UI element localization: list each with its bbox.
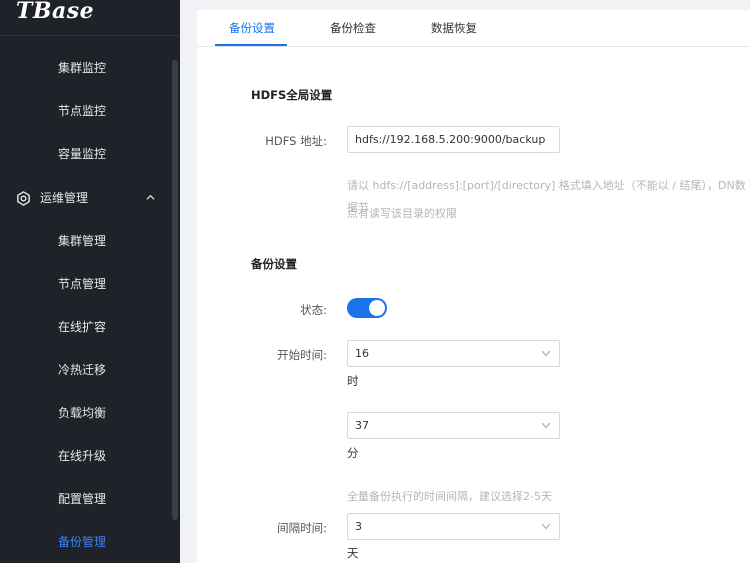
minute-select-value: 37 bbox=[355, 419, 369, 432]
interval-unit: 天 bbox=[347, 546, 359, 560]
minute-select[interactable]: 37 bbox=[347, 412, 560, 439]
tab-data-restore[interactable]: 数据恢复 bbox=[431, 10, 477, 47]
hdfs-address-label: HDFS 地址: bbox=[265, 134, 327, 148]
sidebar-item-cluster-monitor[interactable]: 集群监控 bbox=[0, 47, 172, 90]
sidebar: TBase 集群监控 节点监控 容量监控 运维管理 集群管理 节点管理 在线扩容… bbox=[0, 0, 180, 563]
tab-backup-check[interactable]: 备份检查 bbox=[330, 10, 376, 47]
logo-bar: TBase bbox=[0, 0, 180, 36]
main-panel: 备份设置 备份检查 数据恢复 HDFS全局设置 HDFS 地址: hdfs://… bbox=[197, 10, 750, 563]
start-time-label: 开始时间: bbox=[277, 348, 327, 362]
sidebar-item-online-upgrade[interactable]: 在线升级 bbox=[0, 435, 172, 478]
interval-select[interactable]: 3 bbox=[347, 513, 560, 540]
sidebar-item-backup-manage[interactable]: 备份管理 bbox=[0, 521, 172, 563]
sidebar-item-hot-cold-migrate[interactable]: 冷热迁移 bbox=[0, 349, 172, 392]
sidebar-item-node-manage[interactable]: 节点管理 bbox=[0, 263, 172, 306]
chevron-down-icon bbox=[541, 422, 551, 429]
chevron-down-icon bbox=[541, 350, 551, 357]
status-label: 状态: bbox=[300, 303, 327, 317]
status-toggle[interactable] bbox=[347, 298, 387, 318]
sidebar-item-capacity-monitor[interactable]: 容量监控 bbox=[0, 133, 172, 176]
sidebar-group-label: 运维管理 bbox=[40, 191, 89, 205]
tab-bar: 备份设置 备份检查 数据恢复 bbox=[197, 10, 750, 47]
minute-unit: 分 bbox=[347, 446, 359, 460]
hdfs-address-input[interactable]: hdfs://192.168.5.200:9000/backup bbox=[347, 126, 560, 153]
hour-select-value: 16 bbox=[355, 347, 369, 360]
tab-active-indicator bbox=[215, 44, 287, 46]
hour-select[interactable]: 16 bbox=[347, 340, 560, 367]
hdfs-hint-line2: 点有读写该目录的权限 bbox=[347, 207, 457, 220]
toggle-knob bbox=[369, 300, 385, 316]
sidebar-item-node-monitor[interactable]: 节点监控 bbox=[0, 90, 172, 133]
logo: TBase bbox=[16, 0, 95, 24]
sidebar-scrollbar[interactable] bbox=[172, 60, 178, 520]
sidebar-group-ops[interactable]: 运维管理 bbox=[0, 177, 172, 220]
chevron-up-icon bbox=[146, 194, 155, 200]
sidebar-item-config-manage[interactable]: 配置管理 bbox=[0, 478, 172, 521]
interval-hint: 全量备份执行的时间间隔，建议选择2-5天 bbox=[347, 490, 552, 503]
hdfs-section-title: HDFS全局设置 bbox=[251, 88, 333, 102]
tab-backup-settings[interactable]: 备份设置 bbox=[229, 10, 275, 47]
interval-label: 间隔时间: bbox=[277, 521, 327, 535]
hour-unit: 时 bbox=[347, 374, 359, 388]
sidebar-item-load-balance[interactable]: 负载均衡 bbox=[0, 392, 172, 435]
sidebar-item-cluster-manage[interactable]: 集群管理 bbox=[0, 220, 172, 263]
sidebar-item-online-scale[interactable]: 在线扩容 bbox=[0, 306, 172, 349]
backup-section-title: 备份设置 bbox=[251, 257, 297, 271]
gear-icon bbox=[17, 191, 30, 206]
chevron-down-icon bbox=[541, 523, 551, 530]
interval-select-value: 3 bbox=[355, 520, 362, 533]
